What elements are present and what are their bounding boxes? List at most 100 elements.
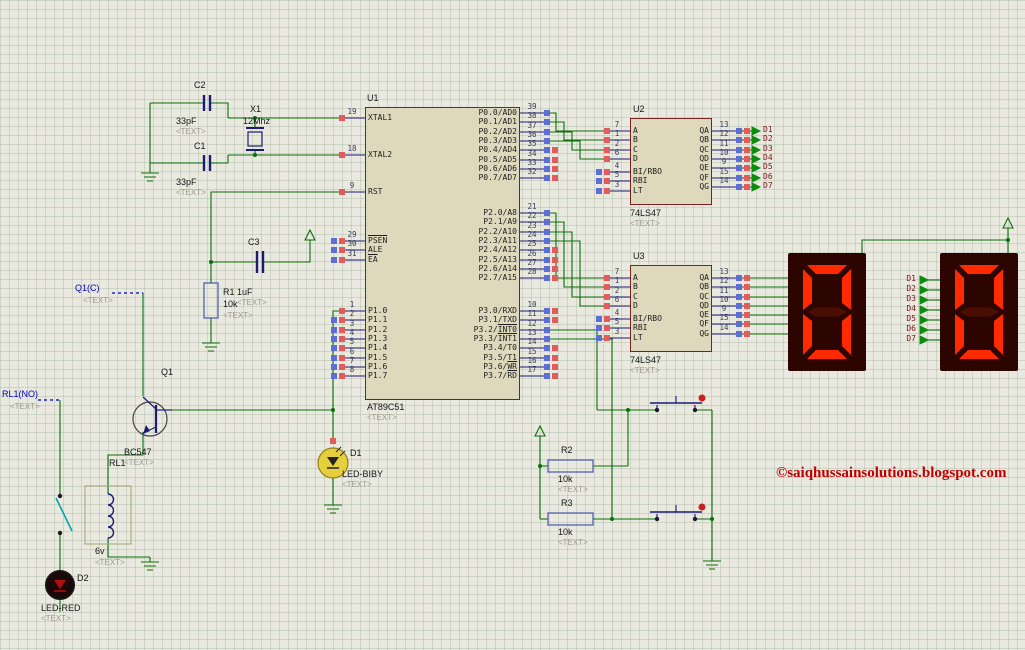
power-symbol — [1002, 216, 1014, 240]
pin-number: 12 — [719, 129, 729, 138]
ground-symbol — [703, 556, 721, 570]
pin-name: RBI — [633, 176, 648, 185]
pin-number: 28 — [527, 267, 537, 276]
r2-ref: R2 — [561, 445, 573, 455]
pin-state-square — [544, 238, 550, 244]
pin-name: B — [633, 135, 638, 144]
transistor-q1[interactable] — [132, 396, 172, 437]
x1-ref: X1 — [250, 104, 262, 114]
d1-ref: D1 — [350, 448, 362, 458]
pin-state-square — [596, 178, 602, 184]
capacitor-c2[interactable] — [202, 95, 212, 111]
button-actuator[interactable] — [698, 503, 706, 511]
pin-name: P1.4 — [368, 343, 388, 352]
pin-state-square — [552, 157, 558, 163]
pin-state-square — [339, 238, 345, 244]
pin-state-square — [604, 147, 610, 153]
pin-number: 26 — [527, 249, 537, 258]
watermark: ©saiqhussainsolutions.blogspot.com — [776, 465, 1007, 481]
resistor-r1[interactable] — [203, 282, 219, 319]
pin-number: 27 — [527, 258, 537, 267]
relay-rl1[interactable] — [84, 485, 132, 545]
pin-number: 10 — [527, 300, 537, 309]
c2-note: <TEXT> — [176, 127, 206, 136]
x1-value: 12Mhz — [243, 116, 271, 126]
pin-name: P0.1/AD1 — [478, 117, 517, 126]
resistor-r3[interactable] — [547, 512, 594, 526]
pin-name: EA — [368, 255, 378, 264]
junction-dot — [626, 408, 630, 412]
pin-state-square — [544, 157, 550, 163]
probe-q1c-label[interactable]: Q1(C) — [75, 283, 100, 293]
net-terminal-icon — [919, 275, 930, 285]
pin-number: 24 — [527, 230, 537, 239]
pin-number: 10 — [719, 295, 729, 304]
resistor-r2[interactable] — [547, 459, 594, 473]
junction-dot — [610, 517, 614, 521]
pin-number: 13 — [719, 120, 729, 129]
pin-state-square — [596, 169, 602, 175]
r3-ref: R3 — [561, 498, 573, 508]
u1-ref: U1 — [367, 93, 379, 103]
pin-state-square — [339, 317, 345, 323]
net-label: D1 — [763, 125, 773, 134]
pin-name: QG — [699, 329, 709, 338]
junction-dot — [209, 260, 213, 264]
schematic-canvas[interactable]: C2 33pF <TEXT> C1 33pF <TEXT> X1 12Mhz C… — [0, 0, 1025, 650]
pin-number: 14 — [719, 176, 729, 185]
pin-number: 33 — [527, 158, 537, 167]
pin-name: P2.7/A15 — [478, 273, 517, 282]
pin-state-square — [744, 284, 750, 290]
pin-number: 10 — [719, 148, 729, 157]
pin-state-square — [552, 257, 558, 263]
pin-name: LT — [633, 186, 643, 195]
c1-value: 33pF — [176, 177, 197, 187]
junction-dot — [331, 408, 335, 412]
ground-symbol — [202, 338, 220, 352]
pin-state-square — [544, 364, 550, 370]
pin-number: 11 — [527, 309, 537, 318]
pin-state-square — [339, 247, 345, 253]
pin-state-square — [744, 321, 750, 327]
contact-blade — [55, 497, 73, 532]
pin-number: 32 — [527, 167, 537, 176]
net-terminal-icon — [919, 295, 930, 305]
pin-state-square — [736, 312, 742, 318]
pin-state-square — [552, 266, 558, 272]
r1-value: 10k — [223, 299, 238, 309]
wire — [209, 102, 229, 118]
pin-state-square — [544, 129, 550, 135]
net-label: D4 — [763, 153, 773, 162]
d2-ref: D2 — [77, 573, 89, 583]
pin-state-square — [604, 156, 610, 162]
probe-q1c-note: <TEXT> — [83, 296, 113, 305]
net-label: D7 — [906, 334, 916, 343]
net-label: D1 — [906, 274, 916, 283]
capacitor-c3[interactable] — [255, 251, 265, 273]
pin-state-square — [339, 373, 345, 379]
crystal-x1[interactable] — [246, 127, 264, 151]
wire — [861, 239, 1008, 253]
rl1-value: 6v — [95, 546, 105, 556]
u2-note: <TEXT> — [630, 219, 660, 228]
pin-state-square — [736, 284, 742, 290]
pin-state-square — [552, 166, 558, 172]
pin-state-square — [736, 147, 742, 153]
pin-name: P3.7/RD — [483, 371, 517, 380]
capacitor-c1[interactable] — [202, 155, 212, 171]
pin-number: 15 — [527, 347, 537, 356]
pin-state-square — [552, 175, 558, 181]
relay-contact[interactable] — [55, 493, 73, 536]
wire — [263, 252, 311, 263]
button-actuator[interactable] — [698, 394, 706, 402]
pin-number: 35 — [527, 139, 537, 148]
pin-name: RBI — [633, 323, 648, 332]
u1-value: AT89C51 — [367, 402, 405, 412]
wire — [544, 329, 598, 410]
pin-number: 25 — [527, 239, 537, 248]
led-d2[interactable] — [45, 570, 75, 600]
pin-state-square — [331, 373, 337, 379]
r1-ref: R1 — [223, 287, 235, 297]
probe-rl1no-label[interactable]: RL1(NO) — [2, 389, 38, 399]
pin-state-square — [552, 275, 558, 281]
